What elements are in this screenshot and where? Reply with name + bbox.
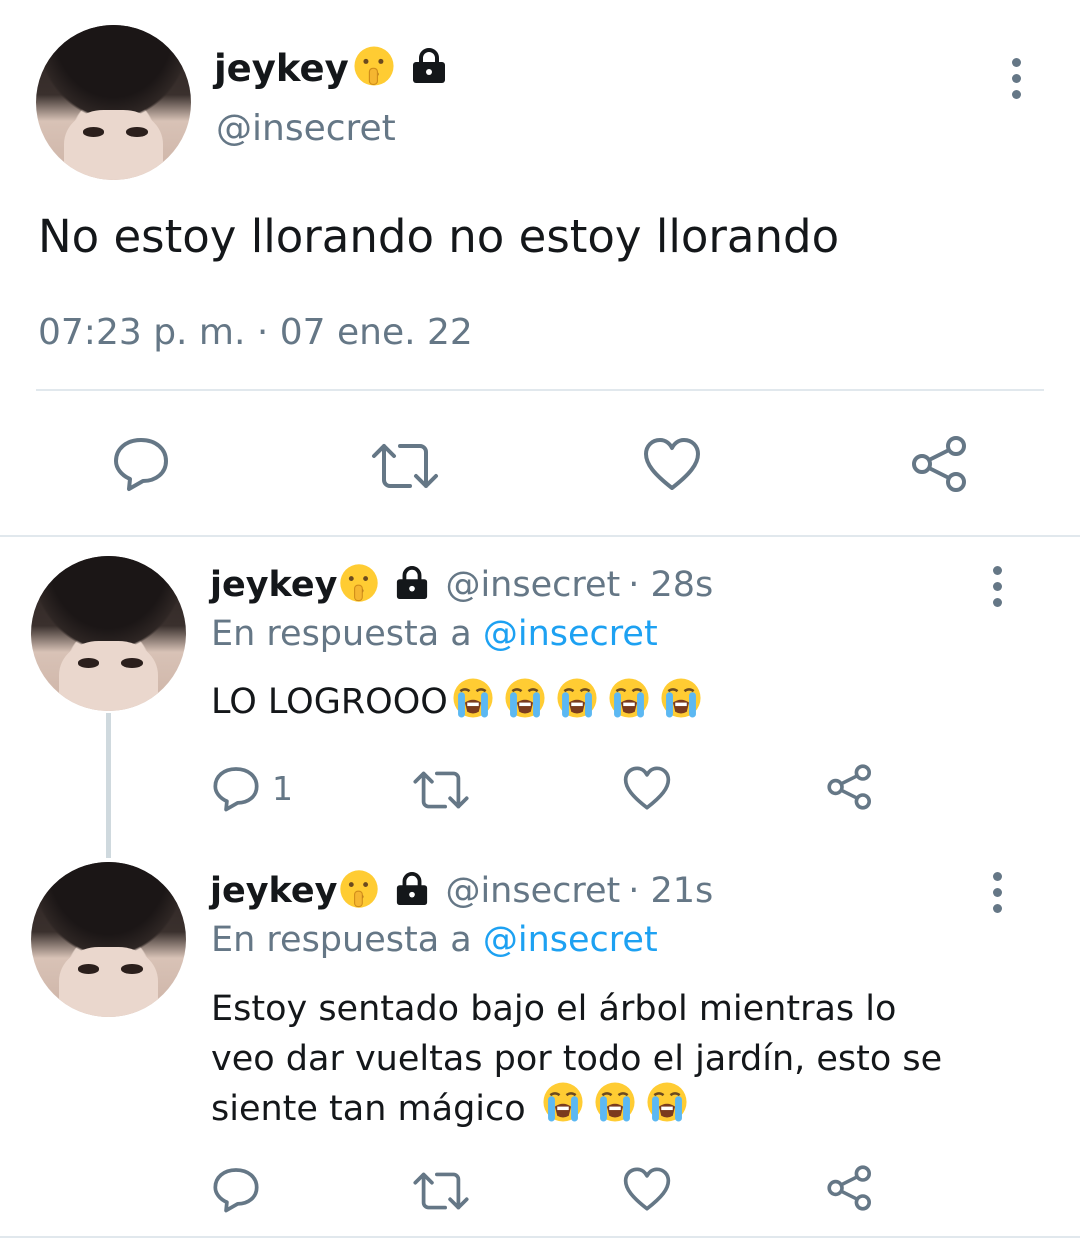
reply-context: En respuesta a @insecret: [211, 920, 658, 960]
timestamp[interactable]: 07:23 p. m. · 07 ene. 22: [38, 312, 473, 353]
handle[interactable]: @insecret: [445, 871, 620, 911]
emoji-group: [450, 675, 704, 730]
retweet-icon[interactable]: [412, 768, 470, 812]
avatar[interactable]: [36, 25, 191, 180]
share-icon[interactable]: [910, 434, 970, 494]
reply-header: jeykey @insecret · 21s: [210, 868, 713, 914]
loudly-crying-face-icon: [606, 675, 652, 730]
reply-prefix: En respuesta a: [211, 614, 472, 654]
reply-icon[interactable]: 1: [212, 764, 293, 812]
heart-icon[interactable]: [622, 1166, 672, 1212]
loudly-crying-face-icon: [644, 1079, 690, 1139]
handle[interactable]: @insecret: [445, 565, 620, 605]
tweet-age[interactable]: · 21s: [628, 871, 713, 911]
reply-body: LO LOGROOO: [211, 682, 448, 722]
shushing-face-icon: [351, 43, 397, 93]
tweet-age[interactable]: · 28s: [628, 565, 713, 605]
loudly-crying-face-icon: [540, 1079, 586, 1139]
reply-count: 1: [272, 768, 293, 808]
shushing-face-icon: [337, 867, 381, 915]
loudly-crying-face-icon: [658, 675, 704, 730]
heart-icon[interactable]: [622, 765, 672, 811]
reply-to-link[interactable]: @insecret: [483, 920, 658, 960]
share-icon[interactable]: [826, 763, 874, 811]
share-icon[interactable]: [826, 1164, 874, 1212]
thread-line: [106, 713, 111, 858]
loudly-crying-face-icon: [450, 675, 496, 730]
reply-body-line: veo dar vueltas por todo el jardín, esto…: [211, 1039, 943, 1079]
loudly-crying-face-icon: [502, 675, 548, 730]
avatar[interactable]: [31, 862, 186, 1017]
lock-icon: [409, 48, 449, 88]
reply-to-link[interactable]: @insecret: [483, 614, 658, 654]
display-name[interactable]: jeykey: [210, 565, 337, 605]
heart-icon[interactable]: [642, 436, 702, 492]
bottom-divider: [0, 1236, 1080, 1238]
more-vertical-icon[interactable]: [993, 566, 1002, 607]
handle[interactable]: @insecret: [216, 108, 396, 149]
retweet-icon[interactable]: [412, 1169, 470, 1213]
tweet-text: No estoy llorando no estoy llorando: [38, 210, 840, 263]
reply-text: LO LOGROOO: [211, 677, 704, 726]
emoji-group: [540, 1079, 690, 1139]
reply-prefix: En respuesta a: [211, 920, 472, 960]
reply-actions: 1: [212, 762, 892, 812]
avatar[interactable]: [31, 556, 186, 711]
reply-icon[interactable]: [212, 1165, 260, 1213]
loudly-crying-face-icon: [554, 675, 600, 730]
reply-header: jeykey @insecret · 28s: [210, 562, 713, 608]
lock-icon: [393, 566, 431, 604]
retweet-icon[interactable]: [370, 440, 440, 492]
divider: [36, 389, 1044, 391]
lock-icon: [393, 872, 431, 910]
reply-context: En respuesta a @insecret: [211, 614, 658, 654]
reply-icon[interactable]: [112, 434, 170, 492]
section-divider: [0, 535, 1080, 537]
loudly-crying-face-icon: [592, 1079, 638, 1139]
more-vertical-icon[interactable]: [1012, 58, 1021, 99]
reply-text: Estoy sentado bajo el árbol mientras lo …: [211, 984, 942, 1134]
display-name[interactable]: jeykey: [210, 871, 337, 911]
more-vertical-icon[interactable]: [993, 872, 1002, 913]
shushing-face-icon: [337, 561, 381, 609]
reply-actions: [212, 1163, 892, 1213]
reply-body-line: Estoy sentado bajo el árbol mientras lo: [211, 989, 897, 1029]
reply-body-line: siente tan mágico: [211, 1089, 526, 1129]
display-name[interactable]: jeykey: [214, 47, 349, 90]
